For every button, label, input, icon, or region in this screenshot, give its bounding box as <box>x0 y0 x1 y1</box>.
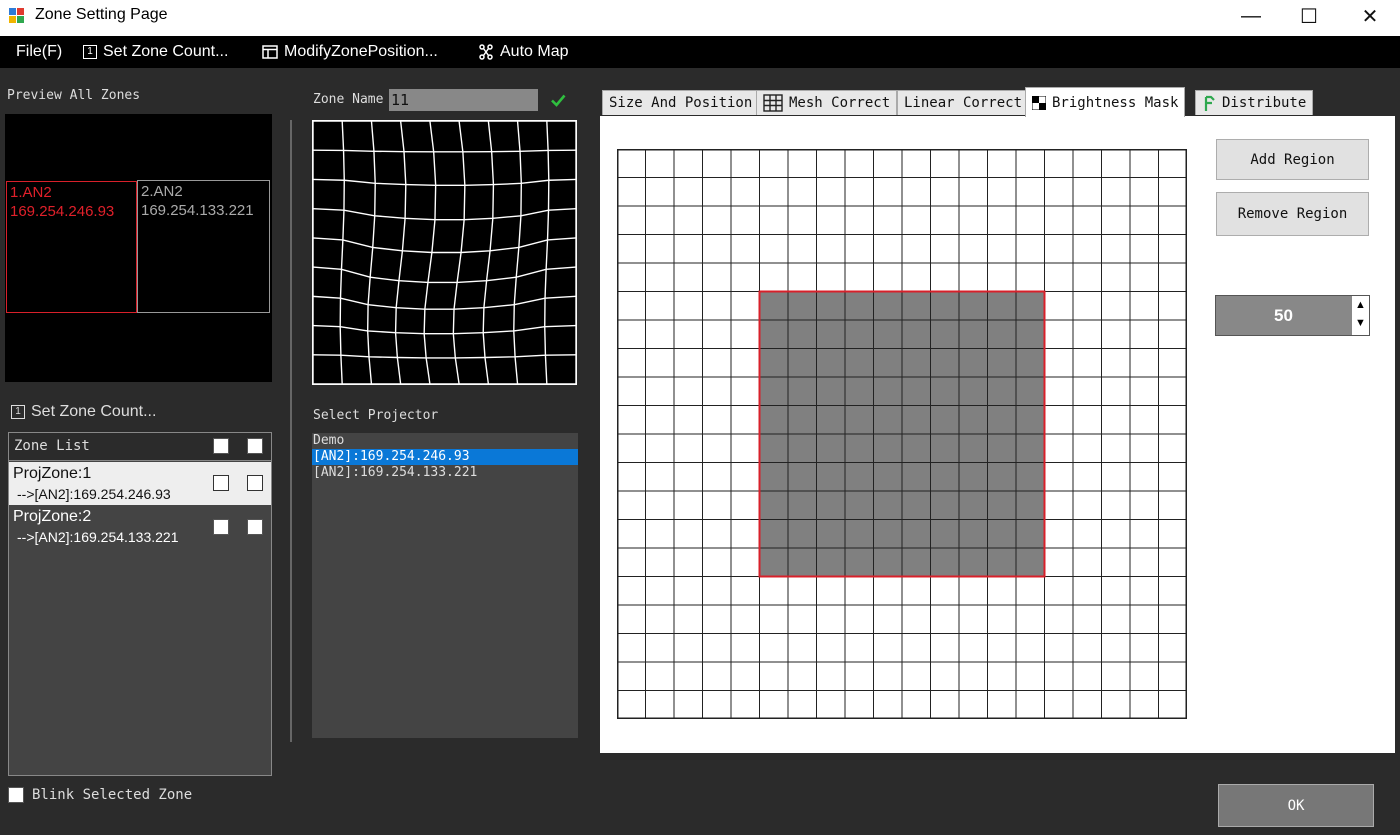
tab-label: Linear Correct <box>904 95 1023 111</box>
menu-file-label: File(F) <box>16 43 63 60</box>
brightness-mask-grid[interactable] <box>617 149 1187 719</box>
zone-list-header: Zone List <box>9 433 271 461</box>
menu-modify-zone-position-label: ModifyZonePosition... <box>284 43 438 60</box>
projector-list-item[interactable]: [AN2]:169.254.246.93 <box>312 449 578 465</box>
blink-selected-zone[interactable]: Blink Selected Zone <box>8 787 192 803</box>
zone-checkbox-b[interactable] <box>247 475 263 491</box>
zone-name-label: Zone Name <box>313 92 384 107</box>
set-zone-count-label: Set Zone Count... <box>31 403 157 420</box>
menu-modify-zone-position[interactable]: ModifyZonePosition... <box>262 43 438 61</box>
window-layout-icon <box>262 45 278 59</box>
zone-count-icon: 1 <box>83 45 97 59</box>
menu-set-zone-count[interactable]: 1 Set Zone Count... <box>83 43 228 61</box>
grid-icon <box>763 94 783 112</box>
ok-button[interactable]: OK <box>1218 784 1374 827</box>
zone-item-projector: -->[AN2]:169.254.133.221 <box>17 529 179 545</box>
zone-checkbox-a[interactable] <box>213 519 229 535</box>
window-title: Zone Setting Page <box>35 6 168 23</box>
select-all-checkbox-b[interactable] <box>247 438 263 454</box>
brightness-spinbox[interactable]: 50 ▲ ▼ <box>1215 295 1370 336</box>
zone-preview-name: 2.AN2 <box>141 183 183 200</box>
zone-item-projector: -->[AN2]:169.254.246.93 <box>17 486 171 502</box>
zone-name-input[interactable] <box>389 89 538 111</box>
zone-preview-name: 1.AN2 <box>10 184 52 201</box>
app-icon <box>9 8 25 24</box>
menu-auto-map[interactable]: Auto Map <box>478 43 568 61</box>
remove-region-button[interactable]: Remove Region <box>1216 192 1369 236</box>
zone-preview-1[interactable]: 1.AN2 169.254.246.93 <box>6 181 137 313</box>
add-region-button[interactable]: Add Region <box>1216 139 1369 180</box>
tab-distribute[interactable]: Distribute <box>1195 90 1314 115</box>
tab-brightness-mask[interactable]: Brightness Mask <box>1025 87 1186 117</box>
projector-list-item[interactable]: Demo <box>312 433 578 449</box>
blink-checkbox[interactable] <box>8 787 24 803</box>
check-icon[interactable] <box>549 91 567 109</box>
projector-list-item[interactable]: [AN2]:169.254.133.221 <box>312 465 578 481</box>
zone-checkbox-b[interactable] <box>247 519 263 535</box>
menu-auto-map-label: Auto Map <box>500 43 569 60</box>
close-button[interactable]: ✕ <box>1347 0 1393 32</box>
zones-preview: 1.AN2 169.254.246.93 2.AN2 169.254.133.2… <box>5 114 272 382</box>
zone-list-item[interactable]: ProjZone:2 -->[AN2]:169.254.133.221 <box>9 505 271 548</box>
zone-item-name: ProjZone:1 <box>13 465 92 482</box>
select-all-checkbox-a[interactable] <box>213 438 229 454</box>
tab-size-and-position[interactable]: Size And Position <box>602 90 760 115</box>
tab-label: Brightness Mask <box>1052 94 1179 111</box>
tab-linear-correct[interactable]: Linear Correct <box>897 90 1030 115</box>
tab-label: Mesh Correct <box>789 95 891 111</box>
zone-checkbox-a[interactable] <box>213 475 229 491</box>
zone-list: Zone List ProjZone:1 -->[AN2]:169.254.24… <box>8 432 272 776</box>
title-bar: Zone Setting Page — ☐ ✕ <box>0 0 1400 36</box>
spinbox-buttons: ▲ ▼ <box>1351 296 1369 335</box>
menu-file[interactable]: File(F) <box>16 43 62 61</box>
spin-down-icon[interactable]: ▼ <box>1355 317 1366 329</box>
menu-set-zone-count-label: Set Zone Count... <box>103 43 229 60</box>
zone-preview-ip: 169.254.133.221 <box>141 202 254 219</box>
column-divider <box>290 120 292 742</box>
zone-list-title: Zone List <box>14 438 90 454</box>
distribute-icon <box>1204 95 1215 111</box>
checkerboard-icon <box>1032 95 1046 110</box>
select-projector-label: Select Projector <box>313 408 439 423</box>
set-zone-count-link[interactable]: 1 Set Zone Count... <box>11 403 156 421</box>
tab-mesh-correct[interactable]: Mesh Correct <box>756 90 898 115</box>
projector-list: Demo [AN2]:169.254.246.93 [AN2]:169.254.… <box>312 433 578 738</box>
brightness-value[interactable]: 50 <box>1216 296 1351 335</box>
mesh-preview <box>312 120 577 385</box>
preview-all-zones-label: Preview All Zones <box>7 88 141 103</box>
menu-bar: File(F) 1 Set Zone Count... ModifyZonePo… <box>0 36 1400 68</box>
blink-label: Blink Selected Zone <box>32 787 193 803</box>
tab-label: Size And Position <box>609 95 753 111</box>
maximize-button[interactable]: ☐ <box>1286 0 1332 32</box>
auto-map-icon <box>479 44 493 60</box>
spin-up-icon[interactable]: ▲ <box>1355 299 1366 311</box>
zone-preview-2[interactable]: 2.AN2 169.254.133.221 <box>137 180 270 313</box>
zone-count-icon: 1 <box>11 405 25 419</box>
zone-item-name: ProjZone:2 <box>13 508 92 525</box>
minimize-button[interactable]: — <box>1228 0 1274 32</box>
zone-list-item[interactable]: ProjZone:1 -->[AN2]:169.254.246.93 <box>9 462 271 505</box>
zone-preview-ip: 169.254.246.93 <box>10 203 115 220</box>
tab-label: Distribute <box>1222 95 1307 111</box>
